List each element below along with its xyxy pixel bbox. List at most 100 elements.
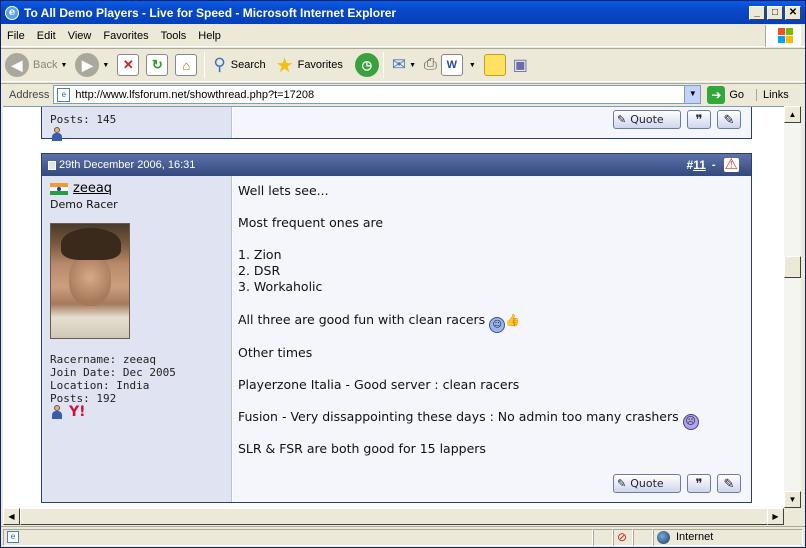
menu-edit[interactable]: Edit <box>31 30 62 42</box>
forward-button[interactable]: ▶ ▼ <box>75 53 113 77</box>
forward-arrow-icon: ▶ <box>75 53 100 77</box>
mail-button[interactable]: ✉ ▼ <box>392 55 420 75</box>
racername: Racername: zeeaq <box>50 353 156 366</box>
multi-quote-button[interactable]: ❞ <box>687 110 711 129</box>
status-pane <box>593 528 613 546</box>
india-flag-icon <box>50 183 68 195</box>
message-line: Most frequent ones are <box>238 215 384 230</box>
vertical-scrollbar[interactable]: ▲ ▼ <box>784 106 801 508</box>
address-input[interactable]: e http://www.lfsforum.net/showthread.php… <box>53 85 702 104</box>
close-button[interactable]: ✕ <box>785 5 801 20</box>
menu-favorites[interactable]: Favorites <box>97 30 154 42</box>
user-panel: Posts: 145 <box>42 107 232 141</box>
ie-logo-icon: e <box>5 5 19 20</box>
post-number-suffix: - <box>711 159 716 171</box>
chevron-down-icon[interactable]: ▼ <box>60 62 67 69</box>
address-url[interactable]: http://www.lfsforum.net/showthread.php?t… <box>75 89 684 101</box>
vertical-scroll-thumb[interactable] <box>784 256 801 278</box>
chevron-down-icon[interactable]: ▼ <box>102 62 109 69</box>
note-icon <box>483 54 506 76</box>
multi-quote-button[interactable]: ❞ <box>687 474 711 493</box>
discuss-button[interactable] <box>483 54 509 76</box>
scroll-left-button[interactable]: ◀ <box>3 508 20 525</box>
chevron-down-icon[interactable]: ▼ <box>684 86 701 103</box>
go-arrow-icon: ➔ <box>707 85 726 104</box>
menu-help[interactable]: Help <box>192 30 227 42</box>
toolbar-divider <box>382 52 384 78</box>
star-icon: ★ <box>275 54 294 77</box>
status-pane <box>633 528 653 546</box>
location: Location: India <box>50 379 150 392</box>
go-button[interactable]: ➔ Go <box>707 85 745 104</box>
post-date: 29th December 2006, 16:31 <box>59 159 196 171</box>
scroll-up-button[interactable]: ▲ <box>784 106 801 123</box>
message-line: 1. Zion <box>238 247 282 262</box>
address-bar: Address e http://www.lfsforum.net/showth… <box>1 83 805 105</box>
page-icon: e <box>7 531 19 543</box>
menu-file[interactable]: File <box>1 30 31 42</box>
globe-icon <box>657 530 670 544</box>
favorites-button[interactable]: ★ Favorites <box>276 53 343 78</box>
post-number-prefix: # <box>686 158 694 172</box>
scroll-corner <box>784 508 801 525</box>
search-button[interactable]: ⚲ Search <box>213 55 265 75</box>
windows-logo-icon <box>765 25 801 47</box>
minimize-button[interactable]: _ <box>749 5 765 20</box>
links-button[interactable]: Links <box>756 88 789 101</box>
menu-view[interactable]: View <box>62 30 98 42</box>
message-panel: ✎ Quote ❞ ✎ <box>233 107 751 138</box>
yahoo-icon[interactable]: Y! <box>69 404 86 420</box>
quote-button[interactable]: ✎ Quote <box>613 474 681 493</box>
stop-button[interactable]: ✕ <box>117 54 142 76</box>
home-icon: ⌂ <box>175 54 198 76</box>
quick-reply-button[interactable]: ✎ <box>717 474 741 493</box>
avatar <box>50 223 130 339</box>
browser-window: e To All Demo Players - Live for Speed -… <box>0 0 806 548</box>
thumbs-up-smiley-icon: ☺ <box>489 317 506 333</box>
maximize-button[interactable]: □ <box>767 5 783 20</box>
page-viewport: Posts: 145 ✎ Quote ❞ ✎ 29th December 2006… <box>3 106 784 508</box>
title-bar: e To All Demo Players - Live for Speed -… <box>1 1 805 24</box>
post-icon <box>48 160 56 170</box>
post-count: Posts: 145 <box>50 113 117 126</box>
menu-tools[interactable]: Tools <box>155 30 193 42</box>
user-icon[interactable] <box>51 405 63 422</box>
back-button[interactable]: ◀ Back ▼ <box>5 53 71 77</box>
go-label: Go <box>729 88 745 101</box>
refresh-icon: ↻ <box>146 54 169 76</box>
scroll-down-button[interactable]: ▼ <box>784 491 801 508</box>
chevron-down-icon[interactable]: ▼ <box>409 62 416 69</box>
quick-reply-button[interactable]: ✎ <box>717 110 741 129</box>
scroll-right-button[interactable]: ▶ <box>767 508 784 525</box>
horizontal-scrollbar[interactable]: ◀ ▶ <box>3 508 784 525</box>
address-label: Address <box>9 88 50 101</box>
print-button[interactable]: ⎙ <box>424 56 437 74</box>
sad-smiley-icon: ☹ <box>682 414 699 430</box>
research-icon: ▣ <box>512 57 528 74</box>
horizontal-scroll-thumb[interactable] <box>20 508 768 525</box>
refresh-button[interactable]: ↻ <box>146 54 171 76</box>
warning-icon[interactable]: ⚠ <box>723 157 739 172</box>
stop-icon: ✕ <box>117 54 140 76</box>
quote-icon: ✎ <box>617 477 627 490</box>
home-button[interactable]: ⌂ <box>175 54 200 76</box>
zone-pane: Internet <box>653 528 803 546</box>
research-button[interactable]: ▣ <box>513 55 528 75</box>
quote-button[interactable]: ✎ Quote <box>613 110 681 129</box>
post-number-link[interactable]: 11 <box>693 158 706 172</box>
history-button[interactable]: ◷ <box>354 53 379 77</box>
username-link[interactable]: zeeaq <box>73 181 112 196</box>
quote-icon: ✎ <box>617 113 627 126</box>
thumb-icon: 👍 <box>505 313 521 327</box>
zone-label: Internet <box>676 531 714 543</box>
printer-icon: ⎙ <box>424 56 437 73</box>
chevron-down-icon[interactable]: ▼ <box>469 62 476 69</box>
menu-bar: File Edit View Favorites Tools Help <box>1 25 805 47</box>
message-line: All three are good fun with clean racers <box>238 312 486 327</box>
user-icon[interactable] <box>51 127 63 144</box>
edit-button[interactable]: W ▼ <box>440 54 480 76</box>
status-text-pane: e <box>3 528 593 546</box>
back-label: Back <box>33 59 58 71</box>
privacy-pane[interactable]: ⊘ <box>613 528 633 546</box>
history-icon: ◷ <box>354 53 379 77</box>
